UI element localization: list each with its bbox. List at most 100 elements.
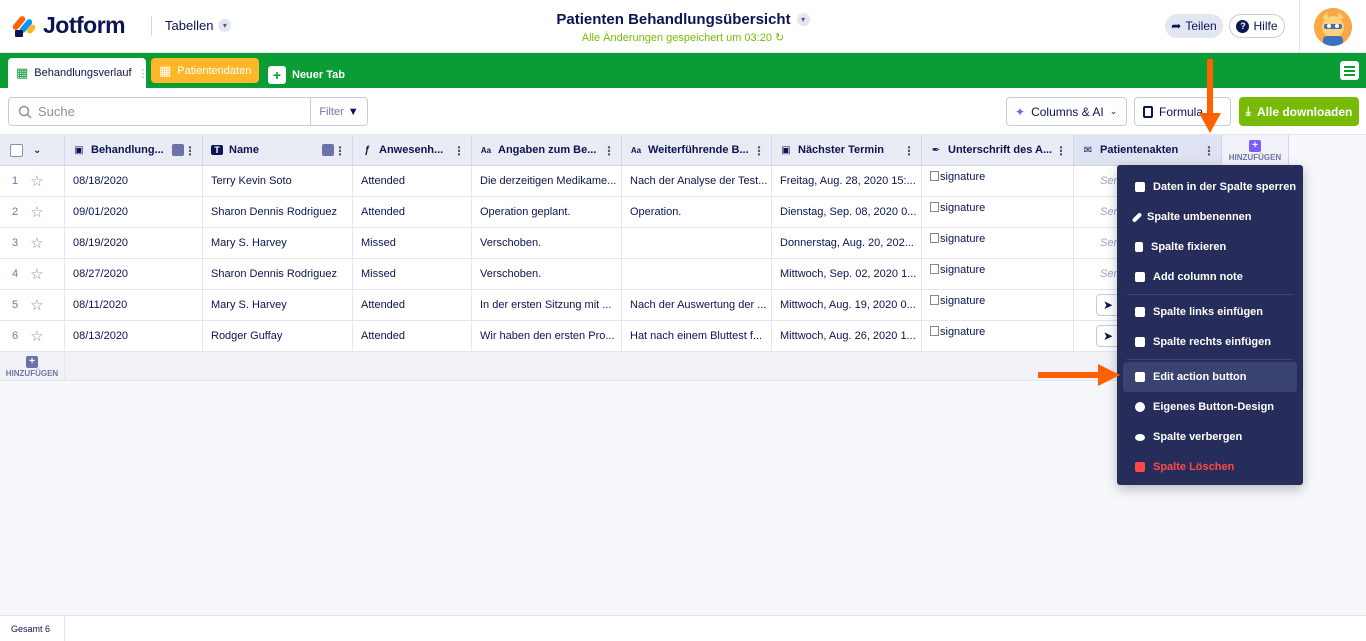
cell-name[interactable]: Sharon Dennis Rodriguez (203, 197, 353, 227)
column-header-signature[interactable]: ✒ Unterschrift des A... ⋮ (922, 135, 1074, 166)
cell-details[interactable]: Operation geplant. (472, 197, 622, 227)
menu-item-insert-left[interactable]: Spalte links einfügen (1123, 297, 1297, 327)
cell-further[interactable]: Nach der Analyse der Test... (622, 166, 772, 196)
star-icon[interactable]: ☆ (30, 327, 43, 345)
cell-name[interactable]: Sharon Dennis Rodriguez (203, 259, 353, 289)
menu-item-lock-column[interactable]: Daten in der Spalte sperren (1123, 172, 1297, 202)
cell-date[interactable]: 09/01/2020 (65, 197, 203, 227)
tab-patientendaten[interactable]: ▦ Patientendaten (151, 58, 259, 83)
column-options-icon[interactable]: ⋮ (603, 144, 615, 158)
column-header-name[interactable]: T Name ⋮ (203, 135, 353, 166)
cell-sig[interactable]: signature (922, 321, 1074, 351)
cell-date[interactable]: 08/27/2020 (65, 259, 203, 289)
cell-date[interactable]: 08/18/2020 (65, 166, 203, 196)
column-header-patient-records[interactable]: ✉ Patientenakten ⋮ (1074, 135, 1222, 166)
cell-details[interactable]: In der ersten Sitzung mit ... (472, 290, 622, 320)
tab-behandlungsverlauf[interactable]: ▦ Behandlungsverlauf ⋮ (8, 58, 149, 88)
share-button[interactable]: ➦ Teilen (1165, 14, 1223, 38)
column-header-date[interactable]: ▣ Behandlung... ⋮ (65, 135, 203, 166)
star-icon[interactable]: ☆ (30, 203, 43, 221)
cell-action[interactable]: ➤ (1074, 321, 1119, 351)
columns-ai-button[interactable]: ✦ Columns & AI ⌄ (1006, 97, 1127, 126)
cell-date[interactable]: 08/13/2020 (65, 321, 203, 351)
cell-action[interactable]: ➤ (1074, 290, 1119, 320)
cell-action[interactable]: Ser (1074, 228, 1119, 258)
cell-next[interactable]: Mittwoch, Aug. 26, 2020 1... (772, 321, 922, 351)
cell-details[interactable]: Die derzeitigen Medikame... (472, 166, 622, 196)
page-title[interactable]: Patienten Behandlungsübersicht ▾ (556, 11, 810, 28)
star-icon[interactable]: ☆ (30, 172, 43, 190)
cell-attendance[interactable]: Missed (353, 259, 472, 289)
column-options-icon[interactable]: ⋮ (453, 144, 465, 158)
column-options-icon[interactable]: ⋮ (753, 144, 765, 158)
menu-item-rename-column[interactable]: Spalte umbenennen (1123, 202, 1297, 232)
cell-action[interactable]: Ser (1074, 259, 1119, 289)
add-column-button[interactable]: + HINZUFÜGEN (1222, 135, 1289, 166)
cell-details[interactable]: Verschoben. (472, 228, 622, 258)
cell-attendance[interactable]: Attended (353, 197, 472, 227)
menu-item-edit-action-button[interactable]: Edit action button (1123, 362, 1297, 392)
menu-item-add-column-note[interactable]: Add column note (1123, 262, 1297, 292)
cell-attendance[interactable]: Missed (353, 228, 472, 258)
cell-next[interactable]: Dienstag, Sep. 08, 2020 0... (772, 197, 922, 227)
tab-options-icon[interactable]: ⋮ (138, 67, 149, 80)
hamburger-menu-icon[interactable] (1340, 61, 1359, 80)
cell-further[interactable]: Hat nach einem Bluttest f... (622, 321, 772, 351)
tables-dropdown[interactable]: Tabellen ▾ (165, 18, 232, 33)
cell-further[interactable]: Nach der Auswertung der ... (622, 290, 772, 320)
table-row[interactable]: 3 ☆ 08/19/2020 Mary S. Harvey Missed Verschob… (0, 228, 1119, 259)
menu-item-delete-column[interactable]: Spalte Löschen (1123, 452, 1297, 482)
star-icon[interactable]: ☆ (30, 296, 43, 314)
menu-item-custom-button-design[interactable]: Eigenes Button-Design (1123, 392, 1297, 422)
cell-action[interactable]: Ser (1074, 197, 1119, 227)
search-input[interactable]: Suche (38, 104, 310, 119)
table-row[interactable]: 2 ☆ 09/01/2020 Sharon Dennis Rodriguez Atten… (0, 197, 1119, 228)
cell-next[interactable]: Donnerstag, Aug. 20, 202... (772, 228, 922, 258)
cell-next[interactable]: Freitag, Aug. 28, 2020 15:... (772, 166, 922, 196)
cell-further[interactable] (622, 228, 772, 258)
column-header-next-appointment[interactable]: ▣ Nächster Termin ⋮ (772, 135, 922, 166)
cell-name[interactable]: Mary S. Harvey (203, 228, 353, 258)
cell-sig[interactable]: signature (922, 259, 1074, 289)
column-options-icon[interactable]: ⋮ (334, 144, 346, 158)
cell-sig[interactable]: signature (922, 197, 1074, 227)
send-button[interactable]: ➤ (1096, 294, 1119, 316)
cell-sig[interactable]: signature (922, 290, 1074, 320)
cell-date[interactable]: 08/19/2020 (65, 228, 203, 258)
star-icon[interactable]: ☆ (30, 234, 43, 252)
cell-attendance[interactable]: Attended (353, 321, 472, 351)
cell-attendance[interactable]: Attended (353, 166, 472, 196)
star-icon[interactable]: ☆ (30, 265, 43, 283)
cell-attendance[interactable]: Attended (353, 290, 472, 320)
add-row-button[interactable]: + HINZUFÜGEN (0, 352, 65, 381)
filter-button[interactable]: Filter ▼ (310, 98, 367, 125)
column-options-icon[interactable]: ⋮ (184, 144, 196, 158)
menu-item-insert-right[interactable]: Spalte rechts einfügen (1123, 327, 1297, 357)
cell-further[interactable]: Operation. (622, 197, 772, 227)
column-options-icon[interactable]: ⋮ (1055, 144, 1067, 158)
column-options-icon[interactable]: ⋮ (1203, 144, 1215, 158)
select-all-checkbox[interactable] (10, 143, 23, 157)
column-options-icon[interactable]: ⋮ (903, 144, 915, 158)
download-all-button[interactable]: ⤓ Alle downloaden (1239, 97, 1359, 126)
cell-action[interactable]: Ser (1074, 166, 1119, 196)
table-row[interactable]: 5 ☆ 08/11/2020 Mary S. Harvey Attended In der… (0, 290, 1119, 321)
cell-name[interactable]: Mary S. Harvey (203, 290, 353, 320)
column-header-details[interactable]: Aa Angaben zum Be... ⋮ (472, 135, 622, 166)
help-button[interactable]: ? Hilfe (1229, 14, 1285, 38)
table-row[interactable]: 1 ☆ 08/18/2020 Terry Kevin Soto Attended Die … (0, 166, 1119, 197)
cell-details[interactable]: Verschoben. (472, 259, 622, 289)
column-header-attendance[interactable]: ƒ Anwesenh... ⋮ (353, 135, 472, 166)
cell-next[interactable]: Mittwoch, Aug. 19, 2020 0... (772, 290, 922, 320)
cell-name[interactable]: Rodger Guffay (203, 321, 353, 351)
column-header-further[interactable]: Aa Weiterführende B... ⋮ (622, 135, 772, 166)
cell-sig[interactable]: signature (922, 228, 1074, 258)
cell-details[interactable]: Wir haben den ersten Pro... (472, 321, 622, 351)
avatar[interactable] (1314, 8, 1352, 46)
cell-date[interactable]: 08/11/2020 (65, 290, 203, 320)
cell-sig[interactable]: signature (922, 166, 1074, 196)
jotform-logo[interactable]: Jotform (11, 12, 126, 39)
cell-further[interactable] (622, 259, 772, 289)
chevron-down-icon[interactable]: ⌄ (33, 145, 41, 156)
menu-item-hide-column[interactable]: Spalte verbergen (1123, 422, 1297, 452)
